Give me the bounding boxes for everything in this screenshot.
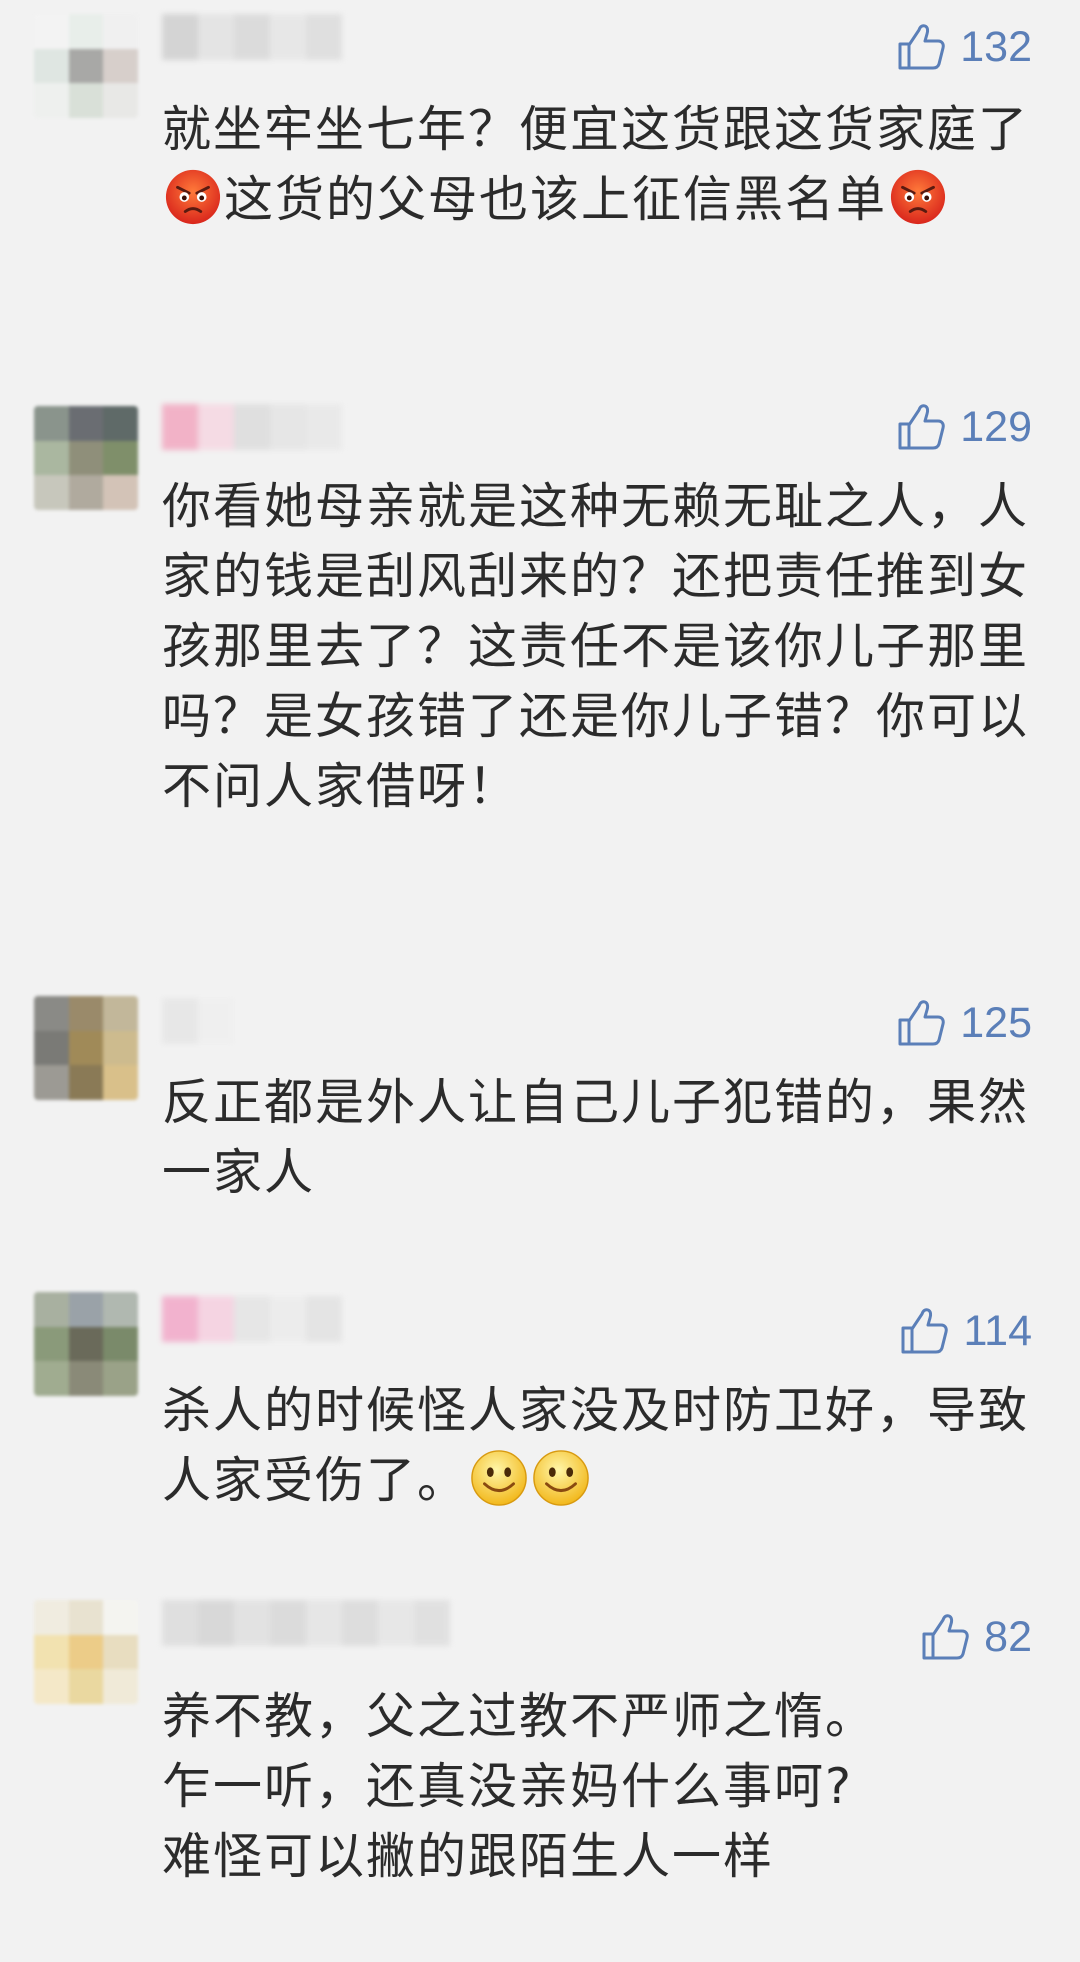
thumbs-up-icon xyxy=(896,22,946,72)
like-count: 125 xyxy=(960,998,1032,1047)
username-blurred[interactable] xyxy=(162,14,342,60)
avatar[interactable] xyxy=(34,1600,138,1704)
comment-text-line: 难怪可以撇的跟陌生人一样 xyxy=(162,1828,775,1885)
comment-text-line: 养不教，父之过教不严师之惰。 xyxy=(162,1688,877,1745)
comment-text-part: 就坐牢坐七年？便宜这货跟这货家庭了 xyxy=(162,101,1030,158)
thumbs-up-icon xyxy=(896,998,946,1048)
like-count: 129 xyxy=(960,402,1032,451)
comment-text: 你看她母亲就是这种无赖无耻之人，人家的钱是刮风刮来的？还把责任推到女孩那里去了？… xyxy=(162,478,1030,815)
username-blurred[interactable] xyxy=(162,1600,450,1646)
comment-text: 就坐牢坐七年？便宜这货跟这货家庭了这货的父母也该上征信黑名单 xyxy=(162,95,1032,235)
thumbs-up-icon xyxy=(896,402,946,452)
thumbs-up-icon xyxy=(920,1612,970,1662)
angry-face-icon xyxy=(889,168,947,226)
comment-text-part: 这货的父母也该上征信黑名单 xyxy=(224,171,888,228)
like-button[interactable]: 125 xyxy=(896,998,1032,1048)
like-count: 114 xyxy=(963,1306,1032,1355)
avatar[interactable] xyxy=(34,14,138,118)
comment-text: 杀人的时候怪人家没及时防卫好，导致人家受伤了。 xyxy=(162,1376,1032,1516)
thumbs-up-icon xyxy=(899,1306,949,1356)
like-count: 82 xyxy=(984,1612,1032,1661)
like-button[interactable]: 82 xyxy=(920,1612,1032,1662)
comment-text-part: 杀人的时候怪人家没及时防卫好，导致人家受伤了。 xyxy=(162,1382,1030,1509)
like-count: 132 xyxy=(960,22,1032,71)
avatar[interactable] xyxy=(34,1292,138,1396)
username-blurred[interactable] xyxy=(162,404,342,450)
like-button[interactable]: 129 xyxy=(896,402,1032,452)
like-button[interactable]: 114 xyxy=(899,1306,1032,1356)
username-blurred[interactable] xyxy=(162,1296,342,1342)
comment-text: 养不教，父之过教不严师之惰。 乍一听，还真没亲妈什么事呵? 难怪可以撇的跟陌生人… xyxy=(162,1682,1032,1892)
avatar[interactable] xyxy=(34,406,138,510)
angry-face-icon xyxy=(164,168,222,226)
smiling-face-icon xyxy=(532,1449,590,1507)
avatar[interactable] xyxy=(34,996,138,1100)
comment-text: 反正都是外人让自己儿子犯错的，果然一家人 xyxy=(162,1074,1030,1201)
comment-text-line: 乍一听，还真没亲妈什么事呵? xyxy=(162,1758,854,1815)
like-button[interactable]: 132 xyxy=(896,22,1032,72)
username-blurred[interactable] xyxy=(162,998,234,1044)
smiling-face-icon xyxy=(470,1449,528,1507)
